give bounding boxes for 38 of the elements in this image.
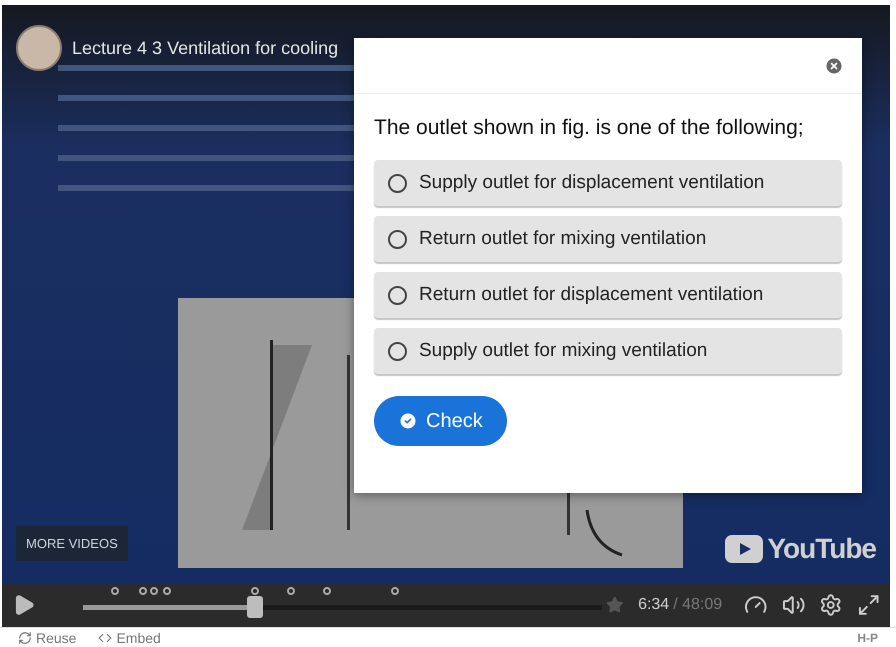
marker-icon[interactable]: [150, 587, 158, 595]
answer-option[interactable]: Return outlet for displacement ventilation: [374, 272, 842, 318]
marker-icon[interactable]: [390, 587, 399, 595]
settings-icon[interactable]: [819, 593, 843, 617]
play-logo-icon: [725, 535, 764, 563]
total-time: / 48:09: [673, 596, 722, 614]
marker-icon[interactable]: [110, 587, 119, 595]
logo-text[interactable]: YouTube: [767, 533, 876, 565]
radio-icon: [388, 342, 407, 360]
answer-option[interactable]: Return outlet for mixing ventilation: [374, 216, 842, 262]
fullscreen-icon[interactable]: [856, 593, 880, 617]
marker-icon[interactable]: [162, 587, 170, 595]
marker-icon[interactable]: [323, 587, 332, 595]
volume-icon[interactable]: [782, 593, 806, 617]
radio-icon: [388, 174, 407, 192]
close-icon[interactable]: [824, 56, 844, 76]
radio-icon: [388, 230, 407, 248]
marker-icon[interactable]: [139, 587, 148, 595]
option-label: Supply outlet for mixing ventilation: [419, 340, 708, 362]
check-icon: [398, 411, 418, 431]
star-icon[interactable]: [606, 596, 624, 614]
radio-icon: [388, 286, 407, 304]
more-videos-button[interactable]: MORE VIDEOS: [16, 526, 128, 561]
option-label: Return outlet for displacement ventilation: [419, 284, 764, 306]
link-icon: [18, 630, 32, 644]
marker-icon[interactable]: [287, 587, 296, 595]
answer-option[interactable]: Supply outlet for displacement ventilation: [374, 160, 842, 206]
footer-link[interactable]: Reuse: [18, 630, 76, 646]
video-title[interactable]: Lecture 4 3 Ventilation for cooling: [72, 38, 338, 58]
current-time: 6:34: [638, 596, 670, 614]
slider-thumb[interactable]: [246, 596, 263, 618]
question-text: The outlet shown in fig. is one of the following;: [374, 116, 805, 140]
check-button[interactable]: Check: [374, 396, 507, 446]
option-label: Return outlet for mixing ventilation: [419, 228, 706, 250]
logo-text: H-P: [857, 630, 878, 644]
answer-option[interactable]: Supply outlet for mixing ventilation: [374, 328, 842, 374]
footer-link[interactable]: Embed: [98, 630, 161, 646]
option-label: Supply outlet for displacement ventilation: [419, 172, 764, 194]
